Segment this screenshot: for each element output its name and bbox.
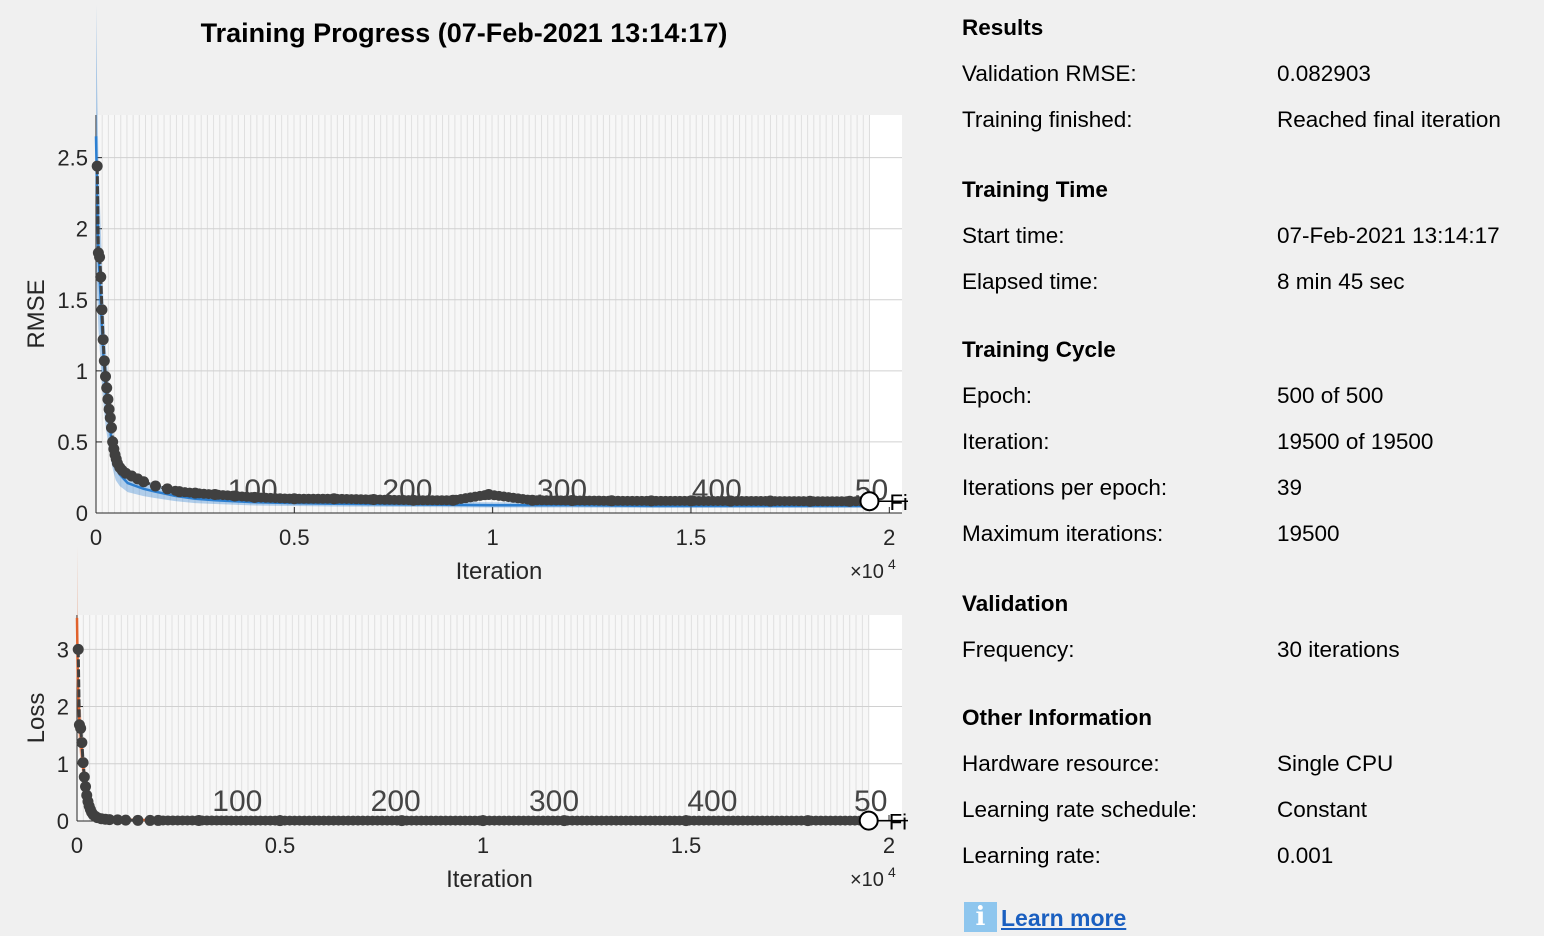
- epoch-shade: [96, 115, 870, 513]
- validation-point: [100, 371, 112, 383]
- epoch-marker-label: 200: [371, 785, 421, 818]
- loss-plot: 01230 0.5 1 1.5 2LossIteration ×10 4100 200 300 4…: [23, 546, 908, 893]
- x-tick-label: 1.5: [671, 833, 702, 858]
- x-exponent-power: 4: [888, 864, 896, 880]
- training-cycle-heading: Training Cycle: [962, 337, 1116, 362]
- maximum-iterations-label: Maximum iterations:: [962, 521, 1164, 546]
- x-tick-label: 1: [477, 833, 489, 858]
- validation-heading: Validation: [962, 591, 1069, 616]
- x-tick-label: 2: [883, 525, 895, 550]
- validation-point: [95, 271, 107, 283]
- learning-rate-schedule-value: Constant: [1277, 797, 1368, 822]
- training-plots: 00.511.522.50 0.5 1 1.5 2RMSEIteration ×10 410…: [23, 4, 908, 893]
- learn-more[interactable]: i Learn more: [964, 902, 1126, 936]
- training-time-heading: Training Time: [962, 177, 1108, 202]
- validation-point: [76, 737, 88, 749]
- x-tick-label: 0: [71, 833, 83, 858]
- final-label: Fi: [889, 810, 907, 835]
- other-information-heading: Other Information: [962, 705, 1152, 730]
- hardware-resource-label: Hardware resource:: [962, 751, 1160, 776]
- validation-point: [138, 476, 150, 488]
- learning-rate-label: Learning rate:: [962, 843, 1101, 868]
- validation-point: [105, 422, 117, 434]
- iterations-per-epoch-value: 39: [1277, 475, 1303, 500]
- y-tick-label: 1.5: [57, 288, 88, 313]
- rmse-plot: 00.511.522.50 0.5 1 1.5 2RMSEIteration ×10 410…: [23, 4, 908, 585]
- validation-point: [149, 480, 161, 492]
- validation-point: [78, 771, 90, 783]
- x-exponent-power: 4: [888, 556, 896, 572]
- maximum-iterations-value: 19500: [1277, 521, 1340, 546]
- frequency-label: Frequency:: [962, 637, 1075, 662]
- x-exponent-label: ×10: [850, 561, 884, 583]
- results-heading: Results: [962, 15, 1044, 40]
- y-tick-label: 2.5: [57, 146, 88, 171]
- learn-more-link[interactable]: Learn more: [1001, 902, 1126, 934]
- x-exponent-label: ×10: [850, 869, 884, 891]
- epoch-marker-label: 400: [687, 785, 737, 818]
- x-tick-label: 2: [883, 833, 895, 858]
- y-axis-label: Loss: [23, 693, 50, 744]
- validation-point: [75, 722, 87, 734]
- y-tick-label: 2: [76, 217, 88, 242]
- training-finished-value: Reached final iteration: [1277, 107, 1501, 132]
- y-tick-label: 0: [57, 809, 69, 834]
- x-tick-label: 0.5: [279, 525, 310, 550]
- x-axis-label: Iteration: [456, 558, 543, 585]
- hardware-resource-value: Single CPU: [1277, 751, 1394, 776]
- elapsed-time-label: Elapsed time:: [962, 269, 1099, 294]
- y-tick-label: 1: [76, 359, 88, 384]
- validation-rmse-label: Validation RMSE:: [962, 61, 1137, 86]
- validation-point: [94, 251, 106, 263]
- start-time-value: 07-Feb-2021 13:14:17: [1277, 223, 1500, 248]
- validation-point: [77, 757, 89, 769]
- validation-point: [120, 814, 132, 826]
- y-tick-label: 3: [57, 637, 69, 662]
- validation-point: [102, 393, 114, 405]
- validation-point: [97, 334, 109, 346]
- y-tick-label: 2: [57, 695, 69, 720]
- validation-rmse-value: 0.082903: [1277, 61, 1371, 86]
- validation-point: [96, 304, 108, 316]
- start-time-label: Start time:: [962, 223, 1065, 248]
- y-tick-label: 1: [57, 752, 69, 777]
- x-tick-label: 1: [487, 525, 499, 550]
- epoch-marker-label: 100: [212, 785, 262, 818]
- y-tick-label: 0: [76, 501, 88, 526]
- frequency-value: 30 iterations: [1277, 637, 1400, 662]
- x-tick-label: 0.5: [265, 833, 296, 858]
- y-tick-label: 0.5: [57, 430, 88, 455]
- training-finished-label: Training finished:: [962, 107, 1133, 132]
- validation-point: [98, 355, 110, 367]
- epoch-label: Epoch:: [962, 383, 1033, 408]
- final-marker: [859, 491, 880, 512]
- y-axis-label: RMSE: [23, 279, 50, 348]
- elapsed-time-value: 8 min 45 sec: [1277, 269, 1405, 294]
- learning-rate-value: 0.001: [1277, 843, 1334, 868]
- final-marker: [858, 810, 879, 831]
- validation-point: [91, 160, 103, 172]
- info-icon: i: [964, 902, 997, 932]
- final-label: Fi: [889, 490, 907, 515]
- x-axis-label: Iteration: [446, 866, 533, 893]
- epoch-value: 500 of 500: [1277, 383, 1384, 408]
- iteration-label: Iteration:: [962, 429, 1050, 454]
- x-tick-label: 1.5: [676, 525, 707, 550]
- learning-rate-schedule-label: Learning rate schedule:: [962, 797, 1198, 822]
- validation-point: [132, 814, 144, 826]
- x-tick-label: 0: [90, 525, 102, 550]
- validation-point: [101, 382, 113, 394]
- epoch-shade: [77, 615, 869, 821]
- iterations-per-epoch-label: Iterations per epoch:: [962, 475, 1168, 500]
- validation-point: [72, 643, 84, 655]
- validation-point: [104, 412, 116, 424]
- epoch-marker-label: 300: [529, 785, 579, 818]
- iteration-value: 19500 of 19500: [1277, 429, 1434, 454]
